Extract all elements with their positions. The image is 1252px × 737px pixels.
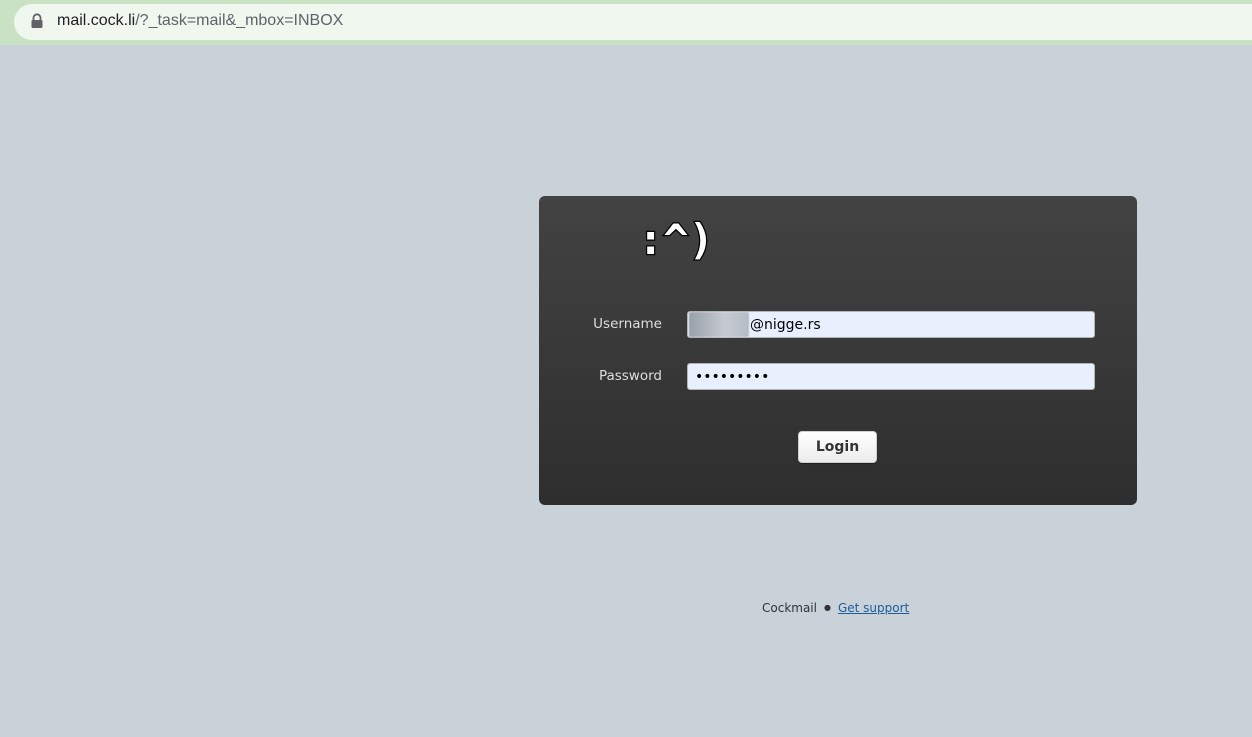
username-field[interactable]: @nigge.rs <box>687 311 1095 338</box>
username-value: @nigge.rs <box>750 316 821 333</box>
redacted-area <box>689 312 749 337</box>
browser-toolbar: mail.cock.li/?_task=mail&_mbox=INBOX <box>0 0 1252 45</box>
url-text[interactable]: mail.cock.li/?_task=mail&_mbox=INBOX <box>57 12 343 30</box>
logo: :^) <box>637 214 715 264</box>
footer-brand: Cockmail <box>762 601 817 615</box>
footer-separator: ● <box>823 603 831 612</box>
password-label: Password <box>598 368 662 384</box>
get-support-link[interactable]: Get support <box>838 601 909 615</box>
url-host: mail.cock.li <box>57 12 136 29</box>
login-button[interactable]: Login <box>798 431 877 463</box>
password-value: ••••••••• <box>695 368 770 385</box>
password-field[interactable]: ••••••••• <box>687 363 1095 390</box>
login-form: :^) Username @nigge.rs Password ••••••••… <box>539 196 1137 505</box>
logo-text: :^) <box>638 215 714 264</box>
lock-icon[interactable] <box>30 13 44 29</box>
username-label: Username <box>593 316 662 332</box>
url-path: /?_task=mail&_mbox=INBOX <box>135 12 344 29</box>
address-bar[interactable]: mail.cock.li/?_task=mail&_mbox=INBOX <box>14 4 1252 40</box>
footer: Cockmail ● Get support <box>762 601 909 615</box>
